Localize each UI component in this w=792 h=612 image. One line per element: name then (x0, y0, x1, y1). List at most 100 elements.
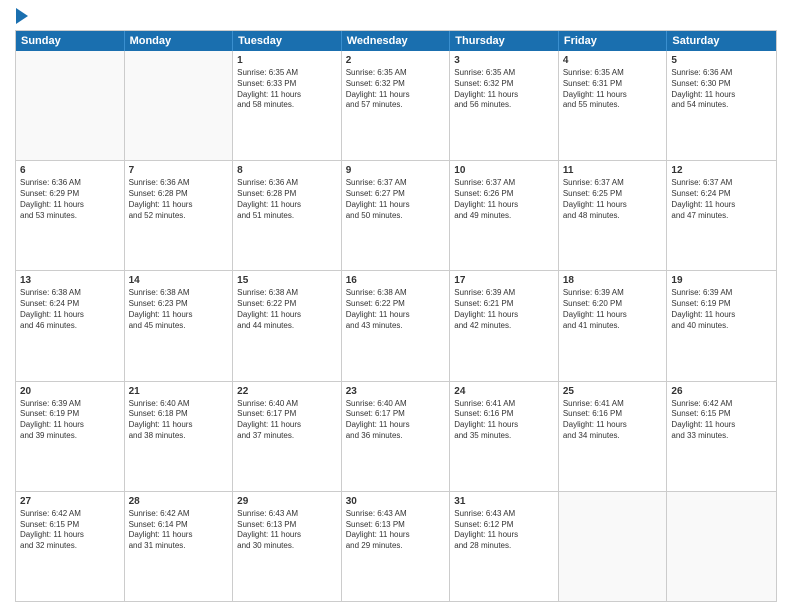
cell-line: Sunrise: 6:42 AM (671, 399, 772, 410)
cell-line: Sunrise: 6:37 AM (563, 178, 663, 189)
cell-line: Sunset: 6:27 PM (346, 189, 446, 200)
day-number: 6 (20, 164, 120, 177)
cell-line: Sunrise: 6:35 AM (237, 68, 337, 79)
day-number: 20 (20, 385, 120, 398)
cell-line: Daylight: 11 hours (20, 200, 120, 211)
cell-line: Daylight: 11 hours (20, 530, 120, 541)
cell-line: Daylight: 11 hours (563, 310, 663, 321)
cell-line: and 37 minutes. (237, 431, 337, 442)
cell-line: and 28 minutes. (454, 541, 554, 552)
weekday-header: Friday (559, 31, 668, 51)
cell-line: and 45 minutes. (129, 321, 229, 332)
cell-line: Daylight: 11 hours (563, 420, 663, 431)
cell-line: Daylight: 11 hours (454, 200, 554, 211)
cell-line: Sunrise: 6:39 AM (20, 399, 120, 410)
cell-line: and 58 minutes. (237, 100, 337, 111)
cell-line: and 42 minutes. (454, 321, 554, 332)
calendar-cell: 25Sunrise: 6:41 AMSunset: 6:16 PMDayligh… (559, 382, 668, 491)
calendar-cell: 6Sunrise: 6:36 AMSunset: 6:29 PMDaylight… (16, 161, 125, 270)
cell-line: Sunset: 6:26 PM (454, 189, 554, 200)
calendar-week-row: 6Sunrise: 6:36 AMSunset: 6:29 PMDaylight… (16, 161, 776, 271)
day-number: 22 (237, 385, 337, 398)
day-number: 13 (20, 274, 120, 287)
cell-line: and 33 minutes. (671, 431, 772, 442)
cell-line: Daylight: 11 hours (671, 310, 772, 321)
day-number: 3 (454, 54, 554, 67)
day-number: 4 (563, 54, 663, 67)
cell-line: Sunset: 6:17 PM (237, 409, 337, 420)
calendar-cell: 21Sunrise: 6:40 AMSunset: 6:18 PMDayligh… (125, 382, 234, 491)
calendar-cell: 29Sunrise: 6:43 AMSunset: 6:13 PMDayligh… (233, 492, 342, 601)
calendar-cell: 2Sunrise: 6:35 AMSunset: 6:32 PMDaylight… (342, 51, 451, 160)
cell-line: Sunrise: 6:37 AM (671, 178, 772, 189)
day-number: 2 (346, 54, 446, 67)
day-number: 28 (129, 495, 229, 508)
calendar-cell: 22Sunrise: 6:40 AMSunset: 6:17 PMDayligh… (233, 382, 342, 491)
cell-line: Sunrise: 6:41 AM (454, 399, 554, 410)
cell-line: Sunrise: 6:38 AM (237, 288, 337, 299)
calendar-cell: 11Sunrise: 6:37 AMSunset: 6:25 PMDayligh… (559, 161, 668, 270)
calendar-cell: 16Sunrise: 6:38 AMSunset: 6:22 PMDayligh… (342, 271, 451, 380)
cell-line: and 48 minutes. (563, 211, 663, 222)
calendar-cell (16, 51, 125, 160)
calendar: SundayMondayTuesdayWednesdayThursdayFrid… (15, 30, 777, 602)
cell-line: Sunrise: 6:37 AM (454, 178, 554, 189)
cell-line: and 35 minutes. (454, 431, 554, 442)
cell-line: Sunset: 6:17 PM (346, 409, 446, 420)
day-number: 30 (346, 495, 446, 508)
cell-line: Sunset: 6:16 PM (454, 409, 554, 420)
calendar-cell: 24Sunrise: 6:41 AMSunset: 6:16 PMDayligh… (450, 382, 559, 491)
cell-line: Sunset: 6:19 PM (20, 409, 120, 420)
cell-line: Daylight: 11 hours (237, 310, 337, 321)
day-number: 18 (563, 274, 663, 287)
calendar-week-row: 13Sunrise: 6:38 AMSunset: 6:24 PMDayligh… (16, 271, 776, 381)
cell-line: Daylight: 11 hours (671, 90, 772, 101)
cell-line: Sunrise: 6:39 AM (671, 288, 772, 299)
calendar-cell (667, 492, 776, 601)
cell-line: Daylight: 11 hours (237, 530, 337, 541)
cell-line: Daylight: 11 hours (346, 530, 446, 541)
logo (15, 10, 34, 22)
weekday-header: Saturday (667, 31, 776, 51)
cell-line: Daylight: 11 hours (20, 310, 120, 321)
cell-line: Sunrise: 6:43 AM (237, 509, 337, 520)
cell-line: Sunrise: 6:39 AM (454, 288, 554, 299)
cell-line: Sunset: 6:32 PM (346, 79, 446, 90)
cell-line: Sunset: 6:15 PM (20, 520, 120, 531)
day-number: 31 (454, 495, 554, 508)
cell-line: and 30 minutes. (237, 541, 337, 552)
cell-line: Sunrise: 6:39 AM (563, 288, 663, 299)
cell-line: Daylight: 11 hours (129, 530, 229, 541)
cell-line: and 57 minutes. (346, 100, 446, 111)
cell-line: Sunset: 6:18 PM (129, 409, 229, 420)
day-number: 25 (563, 385, 663, 398)
cell-line: Sunrise: 6:35 AM (346, 68, 446, 79)
calendar-cell: 4Sunrise: 6:35 AMSunset: 6:31 PMDaylight… (559, 51, 668, 160)
cell-line: and 29 minutes. (346, 541, 446, 552)
calendar-week-row: 27Sunrise: 6:42 AMSunset: 6:15 PMDayligh… (16, 492, 776, 601)
cell-line: Daylight: 11 hours (454, 90, 554, 101)
cell-line: Daylight: 11 hours (563, 200, 663, 211)
calendar-cell: 9Sunrise: 6:37 AMSunset: 6:27 PMDaylight… (342, 161, 451, 270)
cell-line: Daylight: 11 hours (671, 420, 772, 431)
day-number: 8 (237, 164, 337, 177)
cell-line: Sunset: 6:28 PM (129, 189, 229, 200)
page: SundayMondayTuesdayWednesdayThursdayFrid… (0, 0, 792, 612)
cell-line: Sunset: 6:22 PM (237, 299, 337, 310)
cell-line: Daylight: 11 hours (237, 90, 337, 101)
weekday-header: Tuesday (233, 31, 342, 51)
cell-line: Daylight: 11 hours (346, 310, 446, 321)
calendar-cell: 7Sunrise: 6:36 AMSunset: 6:28 PMDaylight… (125, 161, 234, 270)
cell-line: Sunset: 6:32 PM (454, 79, 554, 90)
cell-line: Sunset: 6:19 PM (671, 299, 772, 310)
cell-line: Daylight: 11 hours (671, 200, 772, 211)
day-number: 29 (237, 495, 337, 508)
day-number: 14 (129, 274, 229, 287)
cell-line: Sunset: 6:24 PM (671, 189, 772, 200)
day-number: 11 (563, 164, 663, 177)
cell-line: Sunrise: 6:37 AM (346, 178, 446, 189)
calendar-cell: 18Sunrise: 6:39 AMSunset: 6:20 PMDayligh… (559, 271, 668, 380)
day-number: 17 (454, 274, 554, 287)
calendar-cell: 1Sunrise: 6:35 AMSunset: 6:33 PMDaylight… (233, 51, 342, 160)
calendar-week-row: 20Sunrise: 6:39 AMSunset: 6:19 PM Dayligh… (16, 382, 776, 492)
